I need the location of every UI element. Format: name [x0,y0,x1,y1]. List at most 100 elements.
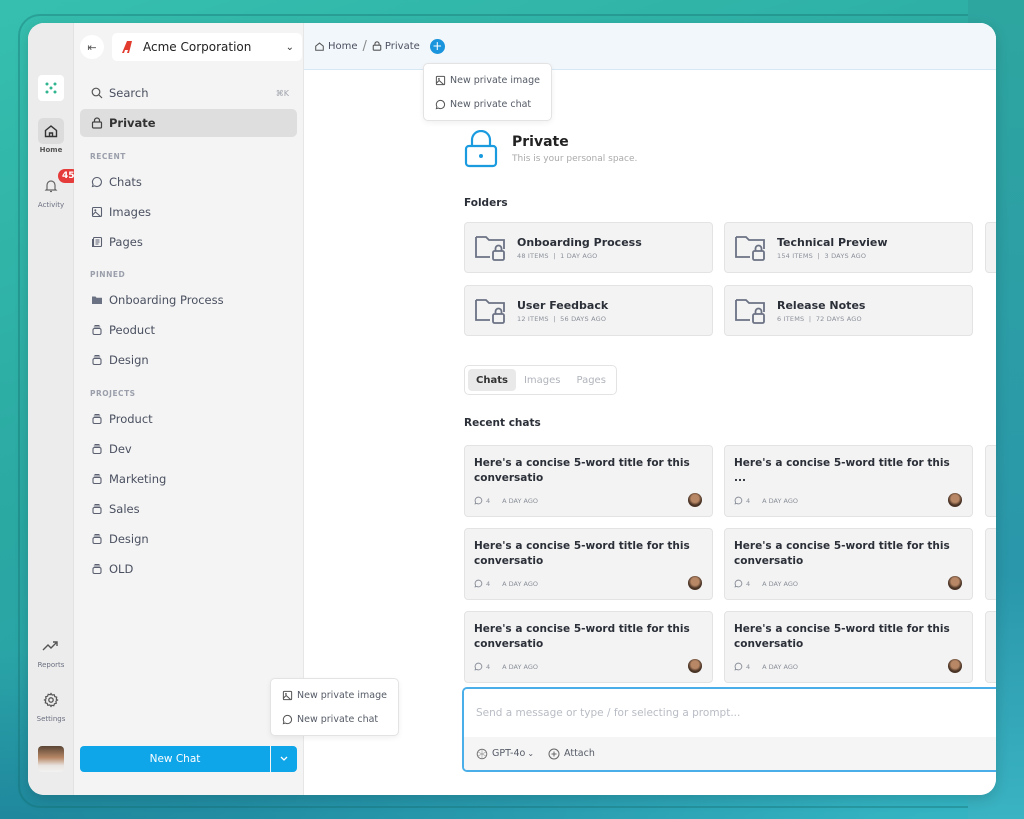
plus-icon: + [432,39,443,53]
new-chat-button[interactable]: New Chat [80,746,270,772]
chat-author-avatar [948,493,962,507]
sidebar-item-label: Sales [109,502,140,516]
content-tabs: Chats Images Pages [464,365,617,395]
sidebar-item-label: Images [109,205,152,219]
pages-icon [92,236,103,248]
pinned-section-label: PINNED [90,270,126,279]
model-label: GPT-4o [492,748,526,759]
folder-card-partial[interactable] [985,222,996,273]
rail-settings[interactable]: Settings [28,687,74,723]
popover-new-private-image[interactable]: New private image [271,683,398,707]
locked-folder-icon [735,235,765,261]
sidebar-pinned-peoduct[interactable]: Peoduct [80,316,297,344]
search-icon [91,87,103,99]
chat-card-partial[interactable] [985,611,996,683]
chat-bubble-icon [734,579,743,588]
chat-bubble-icon [474,662,483,671]
tab-pages[interactable]: Pages [568,369,613,391]
lock-icon [372,41,382,51]
sidebar-project-item[interactable]: Design [80,525,297,553]
popover-new-private-image[interactable]: New private image [424,68,551,92]
sidebar-item-chats[interactable]: Chats [80,168,297,196]
model-selector[interactable]: GPT-4o ⌄ [476,748,534,760]
image-icon [282,690,293,700]
folder-card[interactable]: Release Notes 6 ITEMS | 72 DAYS AGO [724,285,973,336]
breadcrumb-private[interactable]: Private [372,41,420,52]
chat-title: Here's a concise 5-word title for this c… [474,457,690,484]
sidebar-pinned-design[interactable]: Design [80,346,297,374]
chat-card-partial[interactable] [985,528,996,600]
folder-item-count: 48 ITEMS [517,251,549,260]
sidebar-project-item[interactable]: Sales [80,495,297,523]
new-chat-dropdown-button[interactable] [271,746,297,772]
collapse-sidebar-button[interactable]: ⇤ [80,35,104,59]
sidebar-item-private[interactable]: Private [80,109,297,137]
folder-name: User Feedback [517,298,609,312]
attach-button[interactable]: Attach [548,748,595,760]
rail-activity[interactable]: 45 Activity [28,169,79,209]
sidebar-project-item[interactable]: OLD [80,555,297,583]
chat-bubble-icon [282,714,293,724]
project-stack-icon [92,355,102,366]
message-count: 4 [746,496,751,505]
attach-label: Attach [564,748,595,759]
chat-card[interactable]: Here's a concise 5-word title for this .… [724,445,973,517]
org-switcher[interactable]: Acme Corporation ⌄ [112,33,302,61]
chat-title: Here's a concise 5-word title for this c… [734,540,950,567]
sidebar-item-pages[interactable]: Pages [80,228,297,256]
rail-home[interactable]: Home [28,118,74,154]
sidebar-item-images[interactable]: Images [80,198,297,226]
plus-circle-icon [548,748,560,759]
folder-name: Onboarding Process [517,235,642,249]
add-button[interactable]: + [429,38,445,54]
chat-author-avatar [688,659,702,673]
message-input[interactable] [464,689,996,737]
chat-bubble-icon [474,579,483,588]
chevron-down-icon: ⌄ [285,41,294,53]
sidebar: ⇤ Acme Corporation ⌄ Search ⌘K Private R… [74,23,304,795]
popover-item-label: New private image [450,74,540,86]
sidebar-search[interactable]: Search ⌘K [80,79,297,107]
folder-card[interactable]: Technical Preview 154 ITEMS | 3 DAYS AGO [724,222,973,273]
sidebar-item-label: Design [109,532,149,546]
private-label: Private [109,116,156,130]
project-stack-icon [92,534,102,545]
project-stack-icon [92,325,102,336]
message-count: 4 [746,662,751,671]
popover-new-private-chat[interactable]: New private chat [424,92,551,116]
acme-logo-icon [122,41,132,53]
chat-card[interactable]: Here's a concise 5-word title for this c… [464,611,713,683]
breadcrumb-home-label: Home [328,40,358,52]
popover-new-private-chat[interactable]: New private chat [271,707,398,731]
app-logo[interactable] [38,75,64,101]
project-stack-icon [92,564,102,575]
home-icon [315,41,324,51]
project-stack-icon [92,414,102,425]
recent-section-label: RECENT [90,152,126,161]
sidebar-project-item[interactable]: Marketing [80,465,297,493]
user-avatar[interactable] [38,746,64,772]
folder-card[interactable]: User Feedback 12 ITEMS | 56 DAYS AGO [464,285,713,336]
page-title: Private [512,134,569,150]
folder-card[interactable]: Onboarding Process 48 ITEMS | 1 DAY AGO [464,222,713,273]
chat-author-avatar [948,576,962,590]
logo-dots-icon [45,82,57,94]
sidebar-project-item[interactable]: Product [80,405,297,433]
chat-card[interactable]: Here's a concise 5-word title for this c… [724,611,973,683]
folder-age: 56 DAYS AGO [560,314,607,323]
tab-chats[interactable]: Chats [468,369,516,391]
sidebar-item-label: Pages [109,235,143,249]
chat-card[interactable]: Here's a concise 5-word title for this c… [464,528,713,600]
chat-author-avatar [688,493,702,507]
rail-reports[interactable]: Reports [28,633,74,669]
sidebar-pinned-onboarding[interactable]: Onboarding Process [80,286,297,314]
chat-card-partial[interactable] [985,445,996,517]
chat-card[interactable]: Here's a concise 5-word title for this c… [724,528,973,600]
breadcrumb-home[interactable]: Home [314,41,358,52]
tab-images[interactable]: Images [516,369,569,391]
bell-icon [44,180,58,193]
chat-title: Here's a concise 5-word title for this c… [734,623,950,650]
chat-card[interactable]: Here's a concise 5-word title for this c… [464,445,713,517]
sidebar-project-item[interactable]: Dev [80,435,297,463]
folder-name: Release Notes [777,298,866,312]
